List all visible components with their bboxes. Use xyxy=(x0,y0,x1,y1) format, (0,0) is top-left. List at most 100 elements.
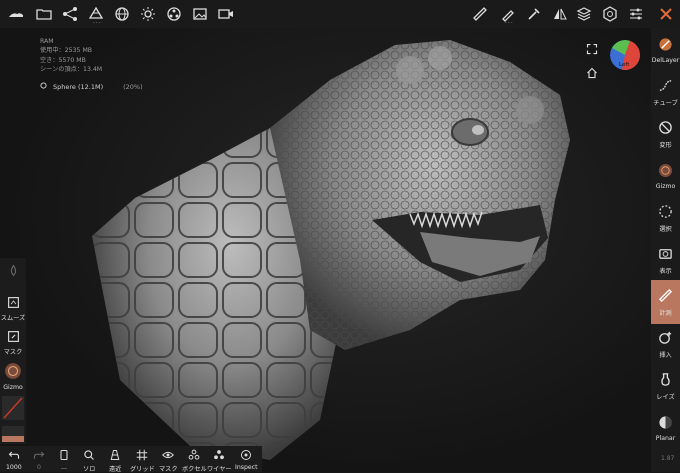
undo-button[interactable]: 1000 xyxy=(6,449,22,471)
folder-icon[interactable] xyxy=(34,4,54,24)
redo-icon xyxy=(33,449,45,464)
tool-insert[interactable]: 挿入 xyxy=(651,324,680,364)
ram-free: 空き：5570 MB xyxy=(40,56,86,64)
camera-icon xyxy=(658,246,673,266)
ruler-icon xyxy=(658,288,673,308)
redo-count: 0 xyxy=(37,464,41,471)
share-nodes-icon[interactable] xyxy=(60,4,80,24)
grid-icon xyxy=(136,449,148,464)
redo-button[interactable]: 0 xyxy=(33,449,45,471)
tool-label: レイズ xyxy=(656,393,675,401)
search-icon xyxy=(83,449,95,464)
mesh-info[interactable]: Sphere (12.1M) (20%) xyxy=(40,82,143,91)
sun-icon[interactable] xyxy=(138,4,158,24)
tool-label: Gizmo xyxy=(655,182,676,190)
tool-label: チューブ xyxy=(653,99,678,107)
settings-icon[interactable] xyxy=(600,4,620,24)
bottom-toolbar: 1000 0 ... ソロ 遠近 グリッド マスク ボクセル ワイヤー Insp… xyxy=(0,446,262,473)
left-toolbar: スムーズ マスク Gizmo xyxy=(0,258,26,444)
gizmo-icon xyxy=(658,163,673,183)
tool-raise[interactable]: レイズ xyxy=(651,366,680,406)
tool-label: 表示 xyxy=(659,267,672,275)
more-button[interactable]: ... xyxy=(58,449,70,471)
tool-gizmo[interactable]: Gizmo xyxy=(651,156,680,196)
brush-icon[interactable]: ··· xyxy=(498,4,518,27)
undo-icon xyxy=(8,449,20,464)
tool-label: 変形 xyxy=(659,141,672,149)
smooth-icon xyxy=(7,296,20,313)
tool-mask[interactable]: マスク xyxy=(0,330,26,356)
sphere-grid-icon xyxy=(40,82,47,91)
tool-dellayer[interactable]: DelLayer xyxy=(651,30,680,70)
tools-cross-icon[interactable] xyxy=(656,4,676,24)
tool-gizmo-left[interactable]: Gizmo xyxy=(0,362,26,391)
transform-icon xyxy=(658,120,673,140)
grid-button[interactable]: グリッド xyxy=(130,449,155,473)
mask-icon xyxy=(7,330,20,347)
voxel-icon xyxy=(213,449,225,464)
gizmo-icon xyxy=(4,362,22,384)
tool-planar[interactable]: Planar xyxy=(651,408,680,448)
brush-tip-icon xyxy=(658,372,673,392)
planar-icon xyxy=(658,415,673,435)
tool-tube[interactable]: チューブ xyxy=(651,72,680,112)
tool-label: マスク xyxy=(3,349,23,356)
tool-transform[interactable]: 変形 xyxy=(651,114,680,154)
ruler-icon[interactable] xyxy=(470,4,490,24)
gizmo-label: Left xyxy=(619,62,630,68)
tool-measure[interactable]: 計測 xyxy=(651,280,680,324)
tool-label: スムーズ xyxy=(0,315,26,322)
mesh-percent: (20%) xyxy=(123,82,143,91)
home-icon[interactable] xyxy=(586,64,598,83)
version-label: 1.87 xyxy=(661,455,675,462)
tool-label: ... xyxy=(61,464,67,471)
sliders-icon[interactable] xyxy=(626,4,646,24)
tool-label: Inspect xyxy=(235,464,258,471)
brush-intensity-slider[interactable] xyxy=(2,426,24,442)
drop-icon xyxy=(7,264,20,281)
wireframe-button[interactable]: ワイヤー xyxy=(207,449,232,473)
fullscreen-icon[interactable] xyxy=(586,40,598,59)
solo-button[interactable]: ソロ xyxy=(83,449,95,473)
ram-label: RAM xyxy=(40,38,54,45)
tool-label: 選択 xyxy=(659,225,672,233)
image-icon[interactable] xyxy=(190,4,210,24)
layers-mesh-icon[interactable]: ··· xyxy=(86,4,106,27)
material-icon[interactable] xyxy=(164,4,184,24)
top-toolbar: ··· ··· xyxy=(0,0,680,28)
tool-label: 挿入 xyxy=(659,351,672,359)
orientation-gizmo[interactable]: Left xyxy=(610,40,640,70)
brush-radius-slider[interactable] xyxy=(2,396,24,420)
more-dots: ··· xyxy=(93,20,102,27)
ram-used: 使用中：2535 MB xyxy=(40,47,93,55)
tool-select[interactable]: 選択 xyxy=(651,198,680,238)
perspective-button[interactable]: 遠近 xyxy=(109,449,121,473)
perspective-icon xyxy=(109,449,121,464)
tool-view[interactable]: 表示 xyxy=(651,240,680,280)
tube-curve-icon xyxy=(658,78,673,98)
tool-smooth[interactable]: スムーズ xyxy=(0,296,26,322)
video-icon[interactable] xyxy=(216,4,236,24)
dashed-circle-icon xyxy=(658,204,673,224)
inspect-button[interactable]: Inspect xyxy=(235,449,258,471)
mask-crop-icon xyxy=(162,449,175,464)
mask-view-button[interactable]: マスク xyxy=(159,449,178,473)
phone-icon xyxy=(58,449,70,464)
mesh-name: Sphere (12.1M) xyxy=(53,82,104,91)
stack-icon[interactable] xyxy=(574,4,594,24)
scene-vertices: シーンの頂点：13.4M xyxy=(40,66,103,74)
tool-label: DelLayer xyxy=(651,56,680,64)
symmetry-icon[interactable] xyxy=(550,4,570,24)
tool-label: Planar xyxy=(655,434,676,442)
brush-intensity-slot[interactable] xyxy=(0,264,26,281)
logo-icon[interactable] xyxy=(6,4,26,24)
inspect-icon xyxy=(240,449,252,464)
insert-icon xyxy=(658,330,673,350)
voxel-button[interactable]: ボクセル xyxy=(182,449,207,473)
undo-count: 1000 xyxy=(6,464,22,471)
dropper-icon[interactable] xyxy=(524,4,544,24)
tool-label: 計測 xyxy=(659,309,672,317)
eye-icon xyxy=(188,449,200,464)
sphere-grid-icon[interactable] xyxy=(112,4,132,24)
memory-stats: RAM 使用中：2535 MB 空き：5570 MB シーンの頂点：13.4M xyxy=(40,37,102,75)
